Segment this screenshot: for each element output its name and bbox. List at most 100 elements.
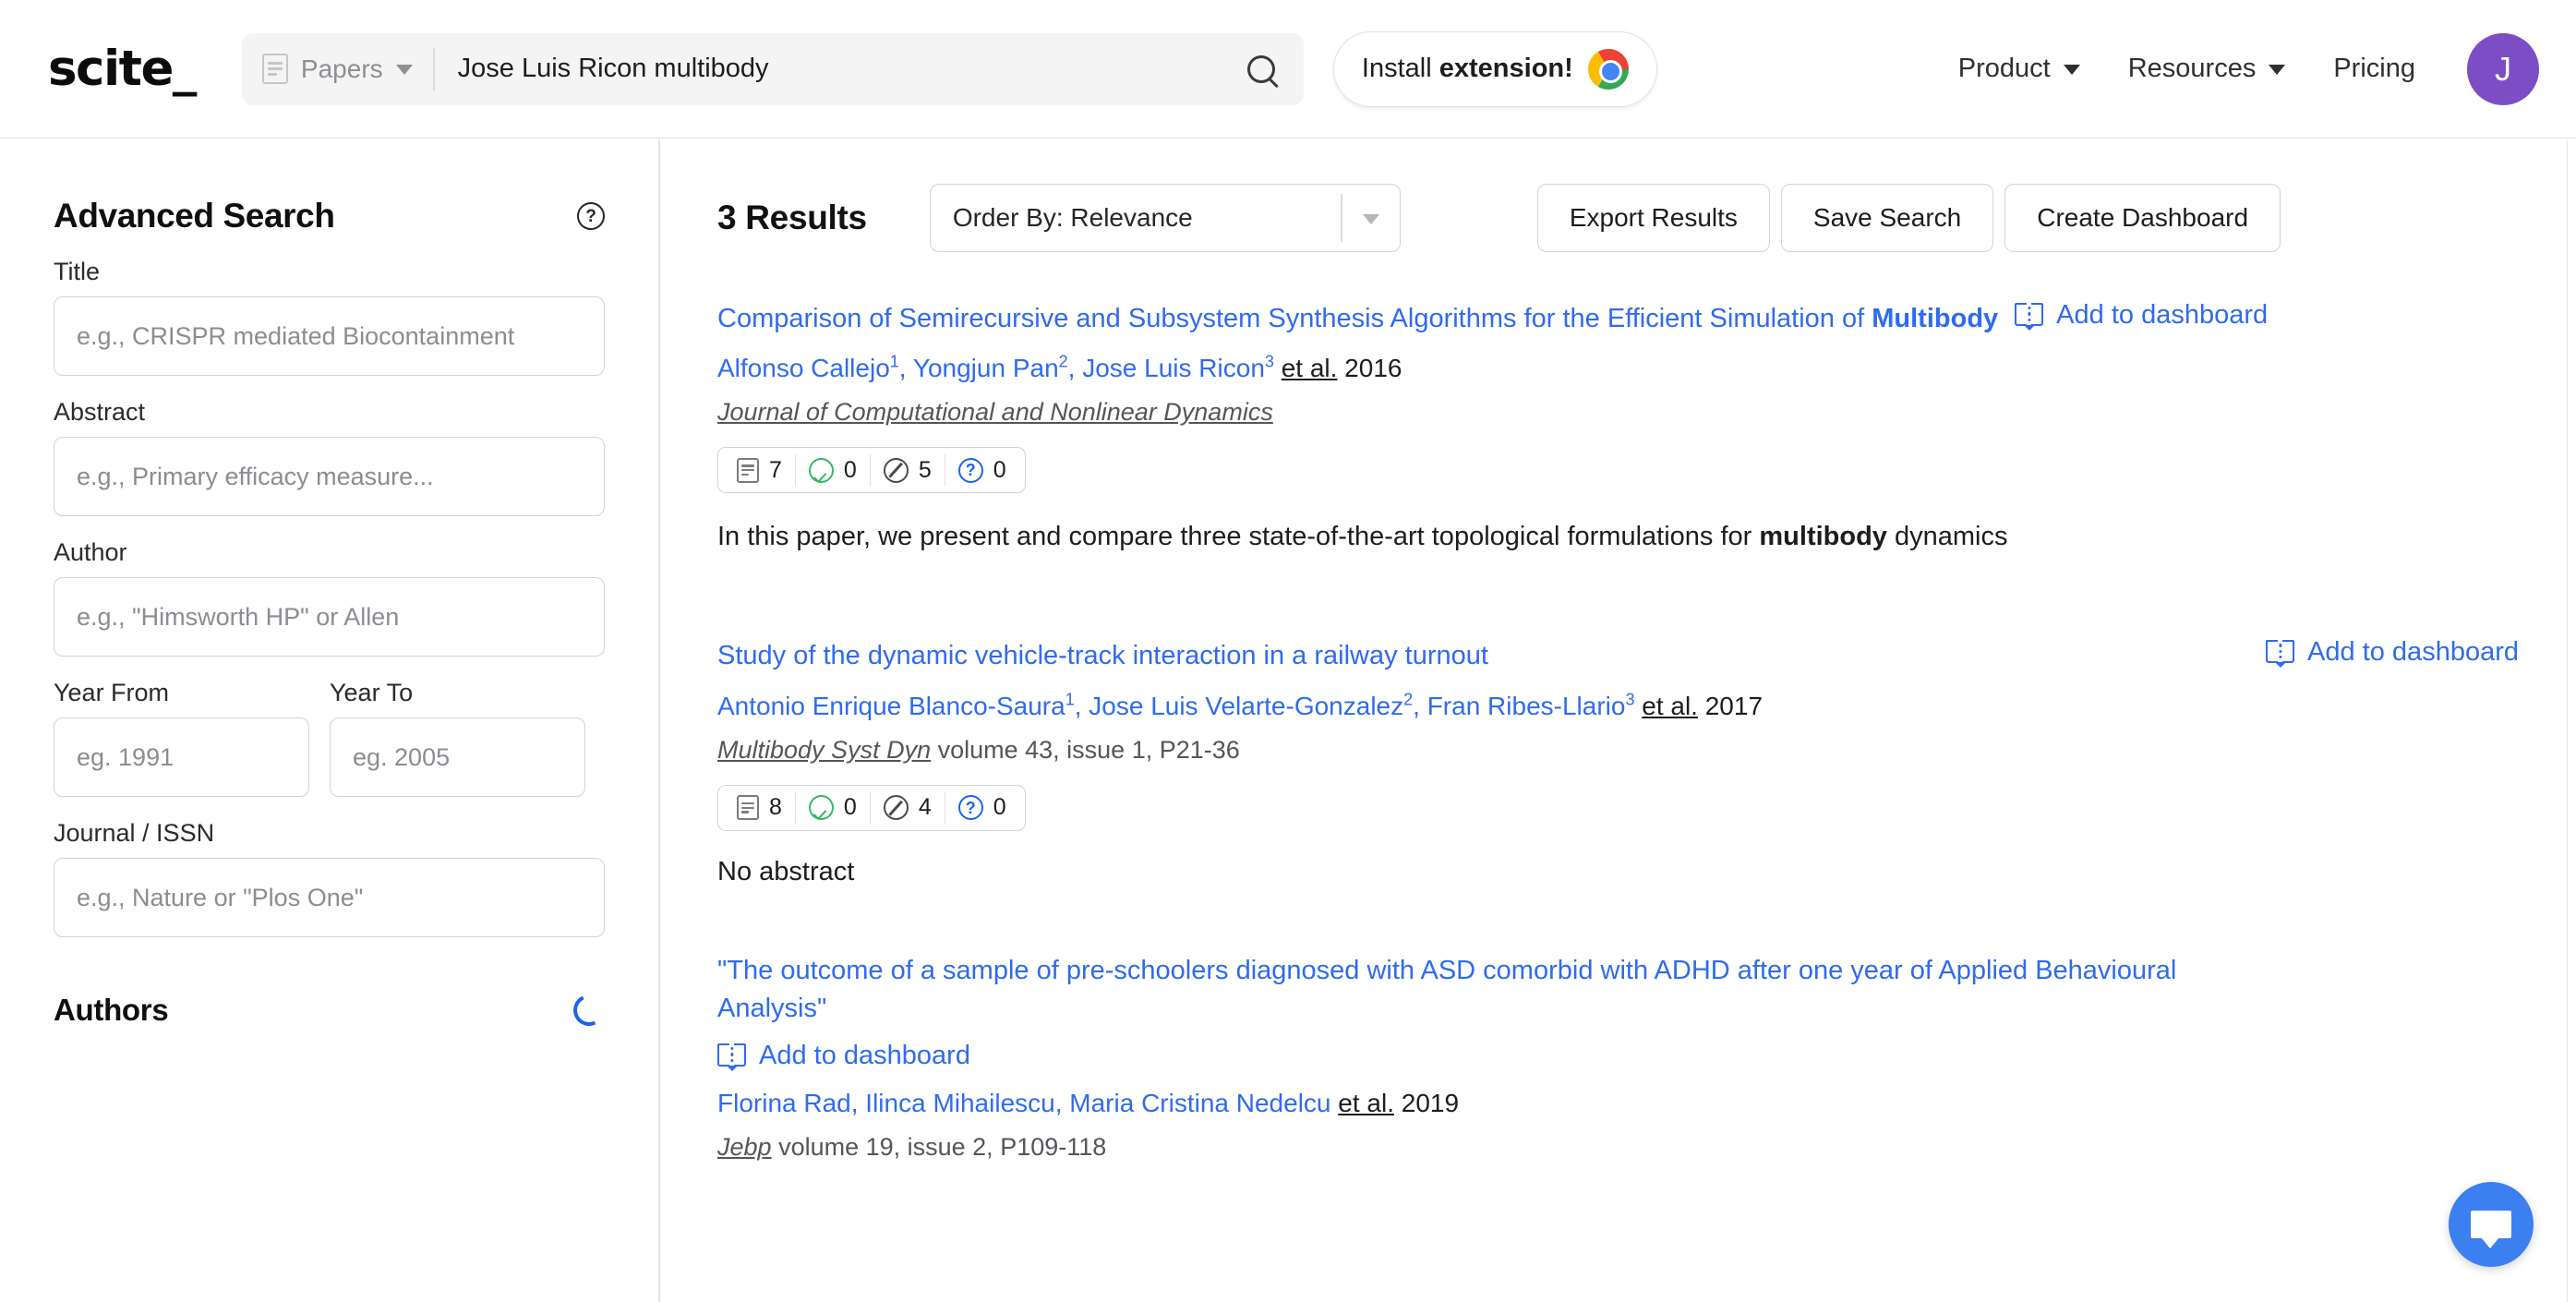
author-link[interactable]: Maria Cristina Nedelcu xyxy=(1069,1089,1330,1117)
nav-item-pricing[interactable]: Pricing xyxy=(2309,54,2439,84)
journal-name[interactable]: Journal of Computational and Nonlinear D… xyxy=(717,398,1273,426)
toolbar-buttons: Export Results Save Search Create Dashbo… xyxy=(1536,184,2281,252)
supporting-check-icon xyxy=(808,457,834,483)
site-header: scite_ Papers Install extension! Product… xyxy=(0,0,2576,139)
et-al-link[interactable]: et al. xyxy=(1642,692,1698,720)
open-book-icon xyxy=(717,1043,746,1072)
install-extension-label: Install extension! xyxy=(1362,54,1573,84)
document-icon xyxy=(261,54,288,84)
avatar[interactable]: J xyxy=(2467,32,2539,105)
result-title[interactable]: "The outcome of a sample of pre-schooler… xyxy=(717,952,2287,1028)
field-label-title: Title xyxy=(54,258,101,285)
result-title[interactable]: Study of the dynamic vehicle-track inter… xyxy=(717,637,1488,675)
document-icon xyxy=(737,457,759,483)
result-authors: Florina Rad, Ilinca Mihailescu, Maria Cr… xyxy=(717,1089,1460,1118)
add-to-dashboard-button[interactable]: Add to dashboard xyxy=(717,1041,970,1072)
scite-logo[interactable]: scite_ xyxy=(48,44,197,93)
results-panel: 3 Results Order By: Relevance Export Res… xyxy=(662,139,2567,1302)
nav-item-resources[interactable]: Resources xyxy=(2104,54,2310,84)
title-input[interactable] xyxy=(54,296,605,376)
install-extension-button[interactable]: Install extension! xyxy=(1332,30,1657,107)
order-by-select[interactable]: Order By: Relevance xyxy=(929,184,1401,252)
author-link[interactable]: Fran Ribes-Llario xyxy=(1427,692,1626,720)
journal-issn-input[interactable] xyxy=(54,858,605,937)
author-link[interactable]: Jose Luis Ricon xyxy=(1082,354,1265,382)
author-affiliation: 3 xyxy=(1264,352,1274,371)
stat-supporting[interactable]: 0 xyxy=(794,454,870,487)
search-type-selector[interactable]: Papers xyxy=(261,47,435,90)
author-link[interactable]: Antonio Enrique Blanco-Saura xyxy=(717,692,1065,720)
year-to-input[interactable] xyxy=(330,717,585,797)
result-title-highlight: Multibody xyxy=(1872,304,1999,333)
author-link[interactable]: Jose Luis Velarte-Gonzalez xyxy=(1089,692,1403,720)
global-search-bar: Papers xyxy=(241,32,1304,105)
save-search-button[interactable]: Save Search xyxy=(1780,184,1994,252)
result-journal: Multibody Syst Dyn volume 43, issue 1, P… xyxy=(717,736,2567,765)
search-icon xyxy=(1246,54,1275,83)
citation-stats[interactable]: 8 0 4 ? 0 xyxy=(717,784,1026,831)
results-count: 3 Results xyxy=(717,199,867,236)
stat-citations[interactable]: 8 xyxy=(724,792,795,824)
author-affiliation: 1 xyxy=(889,352,899,371)
nav-item-product[interactable]: Product xyxy=(1934,54,2104,84)
result-authors: Alfonso Callejo1, Yongjun Pan2, Jose Lui… xyxy=(717,352,1402,383)
stat-value: 0 xyxy=(843,794,857,821)
search-input[interactable] xyxy=(434,54,1235,84)
abstract-input[interactable] xyxy=(54,437,605,516)
nav-label-resources: Resources xyxy=(2127,54,2257,83)
stat-value: 0 xyxy=(993,794,1006,821)
et-al-link[interactable]: et al. xyxy=(1338,1089,1394,1117)
result-title-row: Comparison of Semirecursive and Subsyste… xyxy=(717,300,2567,338)
stat-mentioning[interactable]: ? 0 xyxy=(944,791,1019,824)
field-author: Author xyxy=(54,538,605,657)
install-text-bold: extension! xyxy=(1438,54,1573,83)
result-title-row: Study of the dynamic vehicle-track inter… xyxy=(717,637,2567,675)
create-dashboard-button[interactable]: Create Dashboard xyxy=(2004,184,2281,252)
stat-contrasting[interactable]: 4 xyxy=(869,791,945,824)
year-range-row: Year From Year To xyxy=(54,679,605,797)
stat-value: 7 xyxy=(769,456,782,483)
question-mark-icon[interactable]: ? xyxy=(577,202,605,230)
stat-supporting[interactable]: 0 xyxy=(794,791,870,824)
chat-widget-button[interactable] xyxy=(2449,1182,2534,1267)
authors-section-title: Authors xyxy=(54,993,169,1027)
open-book-icon xyxy=(2266,640,2295,669)
chevron-down-icon xyxy=(395,65,413,75)
author-link[interactable]: Yongjun Pan xyxy=(913,354,1059,382)
results-toolbar: 3 Results Order By: Relevance Export Res… xyxy=(717,184,2567,252)
author-link[interactable]: Florina Rad xyxy=(717,1089,851,1117)
result-authors: Antonio Enrique Blanco-Saura1, Jose Luis… xyxy=(717,690,1763,720)
result-item: Comparison of Semirecursive and Subsyste… xyxy=(717,300,2567,556)
stat-value: 8 xyxy=(769,794,782,821)
page-scrollbar[interactable] xyxy=(2567,139,2576,1302)
stat-value: 0 xyxy=(993,456,1006,483)
author-input[interactable] xyxy=(54,577,605,657)
search-submit-button[interactable] xyxy=(1235,43,1287,95)
stat-citations[interactable]: 7 xyxy=(724,454,795,486)
author-link[interactable]: Alfonso Callejo xyxy=(717,354,890,382)
field-journal-issn: Journal / ISSN xyxy=(54,819,605,937)
stat-contrasting[interactable]: 5 xyxy=(869,454,945,487)
loading-spinner-icon xyxy=(569,990,609,1031)
year-from-input[interactable] xyxy=(54,717,309,797)
stat-mentioning[interactable]: ? 0 xyxy=(944,454,1019,487)
citation-stats[interactable]: 7 0 5 ? 0 xyxy=(717,447,1026,494)
field-label-author: Author xyxy=(54,538,127,566)
install-text-plain: Install xyxy=(1361,54,1439,83)
author-link[interactable]: Ilinca Mihailescu xyxy=(865,1089,1054,1117)
chevron-down-icon xyxy=(1342,212,1400,224)
add-to-dashboard-button[interactable]: Add to dashboard xyxy=(2266,637,2519,669)
contrasting-slash-icon xyxy=(883,795,909,821)
field-label-abstract: Abstract xyxy=(54,398,146,426)
add-to-dashboard-button[interactable]: Add to dashboard xyxy=(2015,300,2268,331)
advanced-search-sidebar: Advanced Search ? Title Abstract Author … xyxy=(0,139,660,1302)
journal-name[interactable]: Multibody Syst Dyn xyxy=(717,736,931,764)
open-book-icon xyxy=(2015,303,2044,331)
et-al-link[interactable]: et al. xyxy=(1282,354,1338,382)
result-title[interactable]: Comparison of Semirecursive and Subsyste… xyxy=(717,300,1998,338)
journal-name[interactable]: Jebp xyxy=(717,1133,772,1161)
journal-meta: volume 19, issue 2, P109-118 xyxy=(771,1133,1107,1162)
export-results-button[interactable]: Export Results xyxy=(1536,184,1770,252)
nav-label-pricing: Pricing xyxy=(2333,54,2415,83)
